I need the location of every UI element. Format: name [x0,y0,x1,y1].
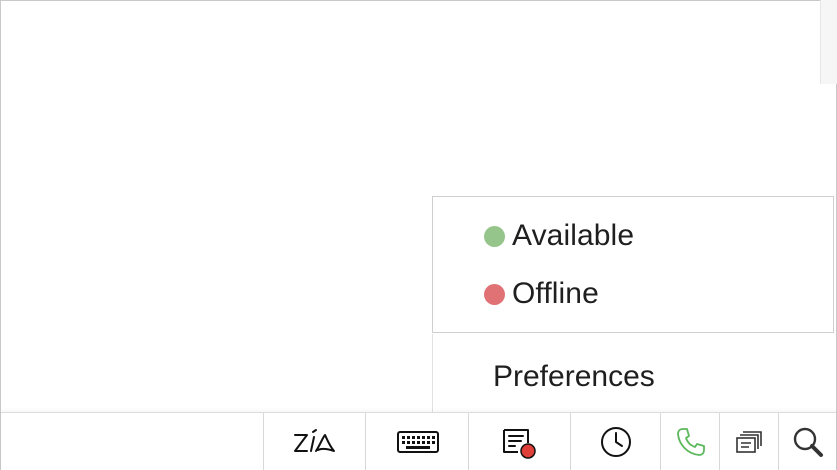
history-button[interactable] [570,413,661,470]
notes-icon [503,428,536,459]
bottom-toolbar [1,412,836,470]
chats-button[interactable] [719,413,779,470]
phone-icon [676,427,705,456]
status-available-option[interactable]: Available [484,219,634,253]
available-status-dot [484,225,505,247]
chats-icon [735,430,762,453]
status-menu: Available Offline [432,196,834,333]
notes-button[interactable] [468,413,571,470]
status-offline-option[interactable]: Offline [484,277,599,311]
zia-icon [294,428,335,452]
status-offline-label: Offline [512,277,599,310]
scrollbar[interactable] [820,0,837,84]
preferences-panel: Preferences [432,334,836,412]
keyboard-icon [396,430,439,453]
keyboard-button[interactable] [365,413,469,470]
clock-icon [601,426,631,457]
phone-button[interactable] [660,413,720,470]
notification-badge [520,442,536,459]
search-icon [793,427,823,457]
offline-status-dot [484,283,505,305]
preferences-menu-item[interactable]: Preferences [493,360,655,394]
zia-button[interactable] [263,413,366,470]
search-button[interactable] [778,413,837,470]
status-available-label: Available [512,219,635,252]
